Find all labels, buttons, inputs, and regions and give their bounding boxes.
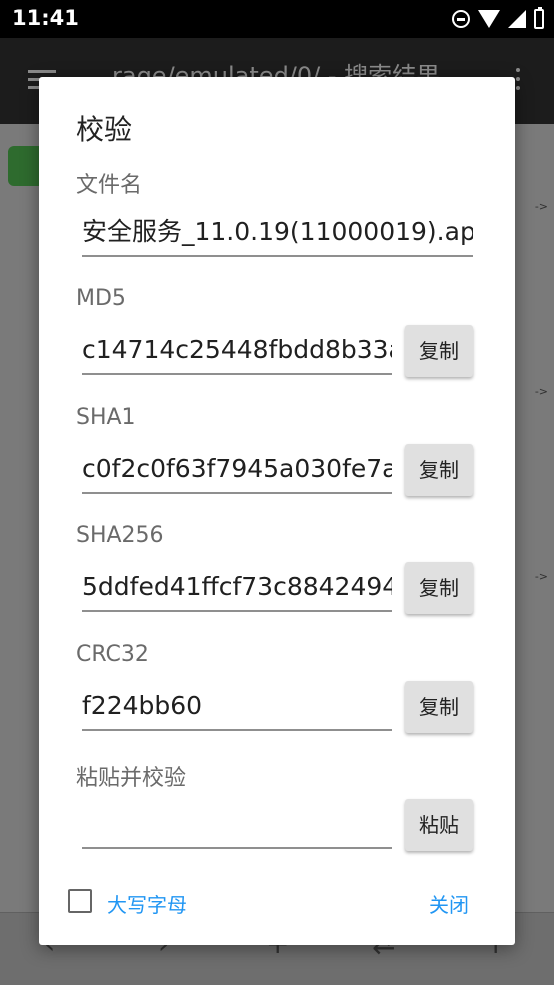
md5-label: MD5: [76, 286, 126, 311]
sha1-label: SHA1: [76, 405, 136, 430]
paste-verify-label: 粘贴并校验: [76, 766, 187, 791]
list-arrow: ->: [534, 570, 548, 583]
status-icons: [452, 7, 544, 30]
battery-icon: [534, 7, 544, 29]
paste-verify-input[interactable]: [82, 801, 392, 849]
more-options-icon[interactable]: [516, 68, 520, 95]
signal-icon: [508, 10, 526, 28]
uppercase-label[interactable]: 大写字母: [107, 889, 187, 918]
close-button[interactable]: 关闭: [429, 889, 469, 918]
uppercase-checkbox[interactable]: [68, 889, 92, 913]
copy-sha256-button[interactable]: 复制: [405, 562, 473, 614]
copy-md5-button[interactable]: 复制: [405, 325, 473, 377]
sha1-field[interactable]: c0f2c0f63f7945a030fe7a: [82, 446, 392, 494]
filename-label: 文件名: [76, 173, 143, 198]
sha256-label: SHA256: [76, 523, 164, 548]
copy-crc32-button[interactable]: 复制: [405, 681, 473, 733]
crc32-label: CRC32: [76, 642, 149, 667]
dialog-title: 校验: [76, 113, 133, 146]
copy-sha1-button[interactable]: 复制: [405, 444, 473, 496]
filename-field[interactable]: 安全服务_11.0.19(11000019).apk: [82, 209, 473, 257]
md5-field[interactable]: c14714c25448fbdd8b33a: [82, 327, 392, 375]
list-arrow: ->: [534, 385, 548, 398]
status-time: 11:41: [12, 6, 79, 30]
crc32-field[interactable]: f224bb60: [82, 683, 392, 731]
checksum-dialog: 校验 文件名 安全服务_11.0.19(11000019).apk MD5 c1…: [39, 77, 515, 945]
wifi-icon: [478, 10, 500, 28]
dnd-icon: [452, 10, 470, 28]
paste-button[interactable]: 粘贴: [405, 799, 473, 851]
list-arrow: ->: [534, 200, 548, 213]
sha256-field[interactable]: 5ddfed41ffcf73c8842494: [82, 564, 392, 612]
status-bar: 11:41: [0, 0, 554, 38]
